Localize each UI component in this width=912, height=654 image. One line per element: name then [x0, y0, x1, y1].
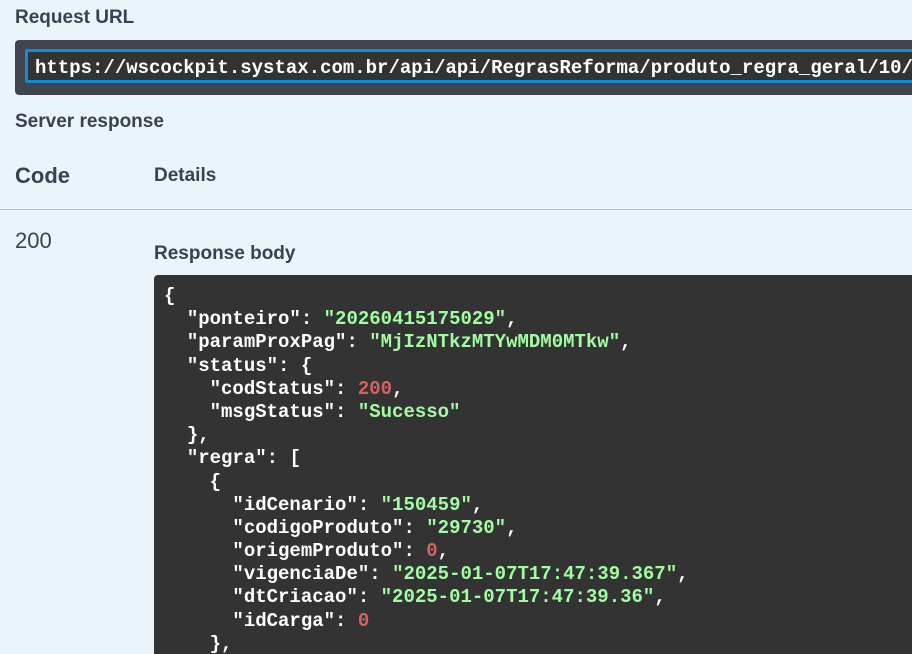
json-punctuation: : [357, 493, 381, 516]
json-line: "msgStatus": "Sucesso" [164, 401, 689, 424]
json-punctuation: : [335, 609, 358, 632]
json-key: "codStatus" [209, 377, 336, 400]
json-key: "paramProxPag" [186, 331, 347, 354]
json-string-value: "2025-01-07T17:47:39.367" [392, 563, 678, 586]
json-string-value: "2025-01-07T17:47:39.36" [380, 586, 655, 609]
json-string-value: "20260415175029" [323, 308, 507, 331]
column-header-code: Code [15, 163, 70, 188]
response-body-heading: Response body [154, 243, 296, 264]
json-string-value: "150459" [380, 493, 472, 516]
json-key: "status" [186, 354, 279, 377]
json-key: "vigenciaDe" [232, 563, 370, 586]
json-punctuation: : [403, 540, 427, 563]
json-key: "idCarga" [232, 609, 336, 632]
json-key: "origemProduto" [232, 540, 404, 563]
response-body-code-block[interactable]: { "ponteiro": "20260415175029", "paramPr… [154, 275, 912, 654]
json-punctuation: , [654, 586, 666, 609]
json-number-value: 200 [357, 377, 393, 400]
json-punctuation: : [335, 400, 358, 423]
json-line: "idCarga": 0 [164, 610, 689, 633]
json-string-value: "29730" [426, 516, 507, 539]
json-punctuation: : [357, 586, 381, 609]
response-body-json: { "ponteiro": "20260415175029", "paramPr… [164, 285, 689, 654]
json-punctuation: : [346, 331, 370, 354]
json-number-value: 0 [357, 609, 370, 632]
server-response-heading: Server response [15, 111, 164, 132]
json-punctuation: }, [209, 632, 233, 654]
json-line: "origemProduto": 0, [164, 540, 689, 563]
column-header-details: Details [154, 165, 217, 186]
json-line: "codStatus": 200, [164, 378, 689, 401]
json-key: "msgStatus" [209, 400, 336, 423]
json-line: "regra": [ [164, 447, 689, 470]
json-key: "regra" [186, 447, 267, 470]
request-url-label: Request URL [15, 7, 135, 28]
json-punctuation: : { [278, 354, 313, 377]
request-url-field[interactable]: https://wscockpit.systax.com.br/api/api/… [25, 49, 912, 83]
json-punctuation: , [620, 331, 632, 354]
json-line: "dtCriacao": "2025-01-07T17:47:39.36", [164, 586, 689, 609]
json-punctuation: : [ [266, 447, 301, 470]
json-string-value: "MjIzNTkzMTYwMDM0MTkw" [369, 331, 621, 354]
json-line: { [164, 285, 689, 308]
swagger-response-panel: Request URL https://wscockpit.systax.com… [0, 0, 912, 654]
json-line: "paramProxPag": "MjIzNTkzMTYwMDM0MTkw", [164, 331, 689, 354]
json-punctuation: { [164, 285, 176, 307]
json-line: "status": { [164, 355, 689, 378]
json-line: "vigenciaDe": "2025-01-07T17:47:39.367", [164, 563, 689, 586]
json-key: "idCenario" [232, 493, 358, 516]
json-punctuation: : [300, 308, 324, 331]
json-string-value: "Sucesso" [357, 400, 461, 423]
json-punctuation: , [506, 308, 518, 331]
json-key: "ponteiro" [186, 308, 301, 331]
json-punctuation: }, [186, 424, 210, 447]
json-line: "idCenario": "150459", [164, 494, 689, 517]
json-punctuation: : [335, 377, 358, 400]
json-key: "codigoProduto" [232, 516, 404, 539]
table-divider [0, 209, 912, 210]
json-punctuation: { [209, 470, 222, 493]
json-punctuation: , [506, 516, 518, 539]
json-punctuation: , [677, 563, 689, 586]
json-punctuation: , [392, 377, 404, 400]
json-punctuation: , [437, 540, 450, 563]
json-line: }, [164, 424, 689, 447]
json-line: { [164, 471, 689, 494]
request-url-container: https://wscockpit.systax.com.br/api/api/… [15, 40, 912, 95]
json-line: }, [164, 633, 689, 654]
request-url-text[interactable]: https://wscockpit.systax.com.br/api/api/… [35, 57, 912, 79]
json-line: "codigoProduto": "29730", [164, 517, 689, 540]
json-punctuation: , [471, 493, 484, 516]
json-punctuation: : [403, 516, 427, 539]
json-number-value: 0 [426, 540, 438, 563]
response-status-code: 200 [15, 228, 52, 253]
json-key: "dtCriacao" [232, 586, 358, 609]
json-punctuation: : [369, 563, 393, 586]
json-line: "ponteiro": "20260415175029", [164, 308, 689, 331]
